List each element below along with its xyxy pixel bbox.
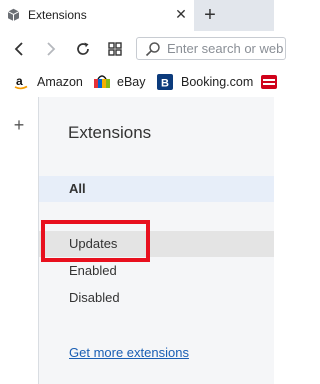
booking-icon: B — [157, 74, 173, 90]
bookmark-label: Booking.com — [181, 75, 254, 89]
red-bookmark-icon — [261, 74, 277, 90]
nav-item-disabled[interactable]: Disabled — [39, 285, 274, 311]
grid-icon — [108, 42, 122, 56]
svg-text:a: a — [16, 74, 23, 88]
bookmarks-bar: a Amazon eBay B Booking.com — [0, 66, 277, 97]
tab-title: Extensions — [28, 8, 87, 22]
forward-arrow-icon — [47, 42, 56, 56]
amazon-icon: a — [13, 74, 29, 90]
close-tab-icon[interactable]: ✕ — [174, 5, 188, 23]
highlight-annotation — [41, 220, 150, 262]
search-input[interactable] — [167, 38, 287, 59]
sidebar-rail: + — [0, 97, 39, 384]
bookmark-label: eBay — [117, 75, 146, 89]
ebay-icon — [93, 74, 110, 90]
bookmark-red[interactable] — [261, 73, 285, 91]
extensions-cube-icon — [7, 8, 20, 22]
bookmark-ebay[interactable]: eBay — [93, 73, 146, 91]
svg-text:B: B — [161, 78, 169, 90]
bookmark-booking[interactable]: B Booking.com — [157, 73, 253, 91]
bookmark-amazon[interactable]: a Amazon — [13, 73, 83, 91]
search-icon — [145, 41, 161, 57]
tab-extensions[interactable]: Extensions ✕ — [0, 0, 194, 31]
toolbar — [0, 31, 287, 66]
forward-button[interactable] — [40, 38, 62, 60]
bookmark-label: Amazon — [37, 75, 83, 89]
back-button[interactable] — [8, 38, 30, 60]
add-icon[interactable]: + — [9, 115, 29, 135]
get-more-extensions-link[interactable]: Get more extensions — [69, 345, 189, 360]
speed-dial-button[interactable] — [104, 38, 126, 60]
page-title: Extensions — [68, 123, 152, 142]
new-tab-button[interactable]: + — [199, 2, 221, 28]
nav-item-all[interactable]: All — [39, 176, 274, 202]
back-arrow-icon — [14, 42, 23, 56]
address-bar[interactable] — [136, 37, 287, 60]
tab-strip: Extensions ✕ + — [0, 0, 274, 31]
reload-icon — [77, 42, 89, 55]
reload-button[interactable] — [72, 38, 94, 60]
